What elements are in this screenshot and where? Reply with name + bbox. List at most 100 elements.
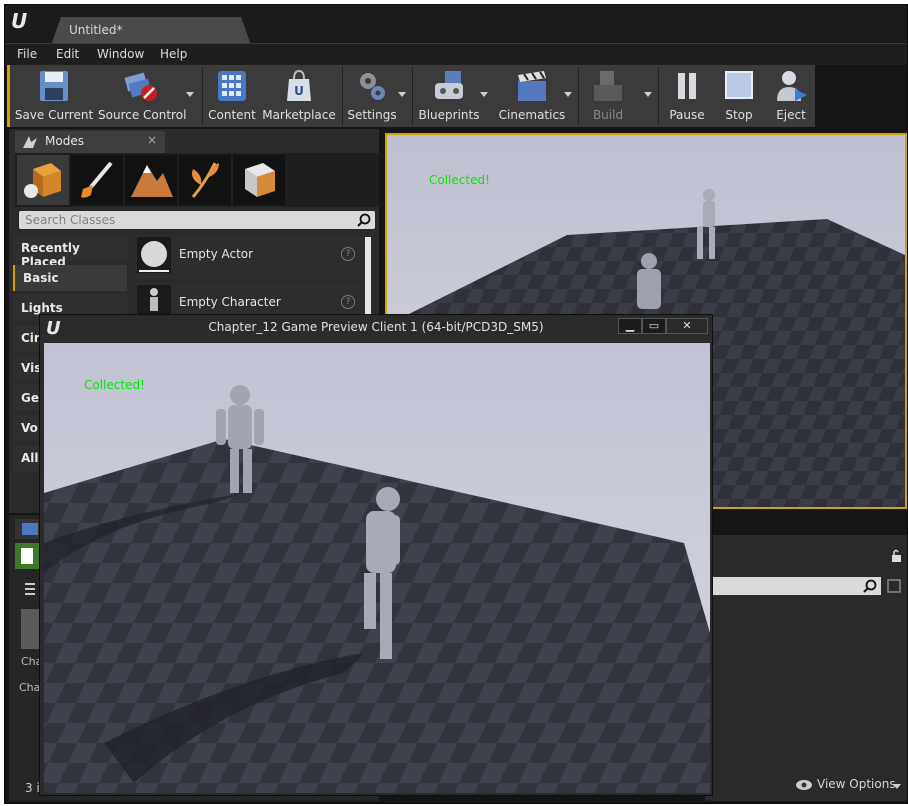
settings-button[interactable]: Settings (346, 65, 398, 127)
gamepad-icon (435, 71, 463, 99)
clapperboard-icon (518, 71, 546, 101)
source-control-dropdown-icon[interactable] (186, 92, 194, 97)
blueprints-label: Blueprints (418, 108, 480, 122)
search-icon (863, 579, 877, 593)
stop-label: Stop (725, 108, 753, 122)
foliage-mode-tab[interactable] (179, 155, 231, 205)
blueprints-button[interactable]: Blueprints (416, 65, 482, 127)
content-grid-icon (218, 71, 246, 101)
save-current-label: Save Current (14, 108, 94, 122)
collected-message: Collected! (429, 173, 490, 187)
cinematics-button[interactable]: Cinematics (494, 65, 570, 127)
editor-window: U Untitled* File Edit Window Help Save C… (4, 4, 908, 804)
gears-icon (360, 73, 385, 100)
asset-thumbnail[interactable] (21, 609, 41, 649)
minimize-button[interactable]: ▁ (618, 318, 642, 334)
pause-icon (678, 73, 696, 99)
modes-icon (23, 136, 37, 148)
empty-actor-thumbnail (137, 237, 171, 273)
close-icon[interactable]: × (147, 133, 157, 147)
toolbar-separator (658, 67, 659, 125)
toolbar-separator (202, 67, 203, 125)
build-button[interactable]: Build (582, 65, 634, 127)
marketplace-bag-icon: U (287, 69, 311, 101)
scrollbar[interactable] (365, 237, 371, 317)
game-preview-window: U Chapter_12 Game Preview Client 1 (64-b… (39, 314, 713, 796)
modes-tab-title: Modes (45, 134, 84, 148)
menu-help[interactable]: Help (160, 47, 187, 61)
place-mode-tab[interactable] (17, 155, 69, 205)
document-tab-label: Untitled* (69, 23, 123, 37)
build-dropdown-icon[interactable] (644, 92, 652, 97)
landscape-mode-tab[interactable] (125, 155, 177, 205)
build-blocks-icon (594, 71, 622, 101)
content-label: Content (208, 108, 256, 122)
chevron-down-icon (893, 784, 901, 789)
category-basic[interactable]: Basic (13, 265, 127, 291)
item-label: Empty Character (179, 295, 281, 309)
cinematics-dropdown-icon[interactable] (564, 92, 572, 97)
tree-toggle-icon[interactable] (19, 581, 37, 597)
preview-window-title: Chapter_12 Game Preview Client 1 (64-bit… (208, 320, 544, 334)
help-icon[interactable]: ? (341, 247, 355, 261)
pause-button[interactable]: Pause (662, 65, 712, 127)
close-button[interactable]: ✕ (666, 318, 708, 334)
paint-mode-tab[interactable] (71, 155, 123, 205)
asset-label: Cha (19, 681, 41, 694)
view-options-button[interactable]: View Options (817, 777, 896, 791)
menu-window[interactable]: Window (97, 47, 144, 61)
floppy-disk-icon (40, 71, 68, 101)
toolbar-separator (342, 67, 343, 125)
document-tab[interactable]: Untitled* (51, 17, 251, 45)
menu-file[interactable]: File (17, 47, 37, 61)
content-browser-right: View Options (705, 535, 907, 801)
eject-user-icon (777, 71, 807, 101)
content-browser-icon (22, 523, 38, 535)
item-label: Empty Actor (179, 247, 254, 261)
content-button[interactable]: Content (206, 65, 258, 127)
source-control-button[interactable]: Source Control (98, 65, 187, 127)
geometry-mode-tab[interactable] (233, 155, 285, 205)
source-control-label: Source Control (98, 108, 187, 122)
settings-dropdown-icon[interactable] (398, 92, 406, 97)
toolbar-separator (578, 67, 579, 125)
save-current-button[interactable]: Save Current (12, 65, 96, 127)
item-count: 3 i (25, 781, 40, 795)
geometry-cube-icon (245, 163, 275, 197)
source-control-icon (124, 72, 157, 101)
preview-title-bar[interactable]: U Chapter_12 Game Preview Client 1 (64-b… (40, 315, 712, 341)
main-toolbar: Save Current Source Control Content U Ma… (7, 65, 815, 127)
stop-icon (725, 71, 753, 99)
cinematics-label: Cinematics (498, 108, 566, 122)
category-recently-placed[interactable]: Recently Placed (13, 235, 127, 269)
marketplace-label: Marketplace (262, 108, 336, 122)
eject-label: Eject (776, 108, 806, 122)
marketplace-button[interactable]: U Marketplace (262, 65, 336, 127)
title-bar: U Untitled* (5, 5, 907, 45)
preview-scene (44, 343, 710, 793)
save-search-icon[interactable] (887, 579, 901, 593)
blueprints-dropdown-icon[interactable] (480, 92, 488, 97)
place-mode-icon (24, 163, 61, 198)
svg-text:U: U (294, 84, 304, 98)
eye-icon (796, 780, 812, 790)
list-item[interactable]: Empty Actor ? (135, 235, 365, 279)
menu-bar: File Edit Window Help (5, 43, 907, 65)
settings-label: Settings (347, 108, 397, 122)
stop-button[interactable]: Stop (714, 65, 764, 127)
add-new-button[interactable] (15, 543, 39, 569)
modes-tab[interactable]: Modes × (15, 131, 165, 153)
asset-search-input[interactable] (705, 577, 881, 595)
landscape-icon (131, 165, 173, 197)
maximize-button[interactable]: ▭ (642, 318, 666, 334)
game-preview-viewport[interactable] (44, 343, 710, 793)
lock-icon[interactable] (889, 549, 903, 563)
foliage-leaf-icon (191, 162, 219, 198)
help-icon[interactable]: ? (341, 295, 355, 309)
toolbar-separator (412, 67, 413, 125)
eject-button[interactable]: Eject (766, 65, 816, 127)
mode-selector (15, 153, 379, 207)
menu-edit[interactable]: Edit (56, 47, 79, 61)
search-classes-input[interactable]: Search Classes (19, 211, 375, 229)
sphere-icon (139, 241, 169, 272)
